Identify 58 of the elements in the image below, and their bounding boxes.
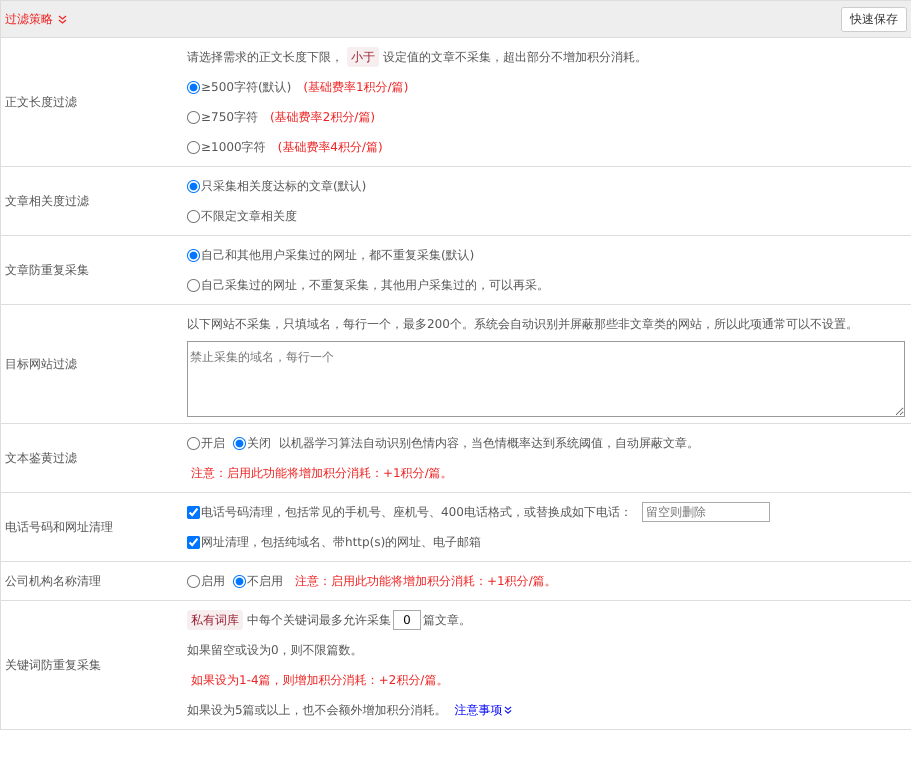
quick-save-button[interactable]: 快速保存 [841,6,907,32]
setting-label: 文章相关度过滤 [4,192,90,210]
warning-text: (基础费率4积分/篇) [278,139,383,156]
setting-label: 关键词防重复采集 [4,656,102,674]
setting-label: 正文长度过滤 [4,94,78,110]
domain-textarea[interactable]: 禁止采集的域名，每行一个 [187,341,905,417]
radio-button[interactable] [187,110,200,124]
radio-button[interactable] [233,574,246,588]
description-text: 以下网站不采集，只填域名，每行一个，最多200个。系统会自动识别并屏蔽那些非文章类的网站，所以此项通常可以不设置。 [187,316,858,333]
setting-label: 文章防重复采集 [4,262,90,278]
notes-link[interactable]: 注意事项 [454,697,503,723]
option-label[interactable]: 不限定文章相关度 [201,203,297,229]
radio-button[interactable] [233,436,246,450]
radio-button[interactable] [187,80,200,94]
setting-label: 文本鉴黄过滤 [4,450,78,466]
option-label[interactable]: ≥500字符(默认) [201,74,292,100]
description-text: 如果设为5篇或以上，也不会额外增加积分消耗。 [187,702,447,719]
description-text: 设定值的文章不采集，超出部分不增加积分消耗。 [383,49,647,66]
count-input-field[interactable]: 0 [393,610,421,630]
option-label[interactable]: 只采集相关度达标的文章(默认) [201,173,366,199]
radio-button[interactable] [187,278,200,292]
option-label[interactable]: 开启 [201,430,225,456]
option-label[interactable]: 网址清理，包括纯域名、带http(s)的网址、电子邮箱 [201,529,482,555]
warning-text: 注意：启用此功能将增加积分消耗：+1积分/篇。 [191,465,453,482]
option-label[interactable]: ≥1000字符 [201,134,266,160]
warning-text: 注意：启用此功能将增加积分消耗：+1积分/篇。 [295,573,557,590]
option-label[interactable]: 电话号码清理，包括常见的手机号、座机号、400电话格式，或替换成如下电话： [201,499,632,525]
warning-text: (基础费率2积分/篇) [270,109,376,126]
tag-label: 私有词库 [187,610,243,630]
radio-button[interactable] [187,180,200,192]
radio-button[interactable] [187,140,200,154]
description-text: 以机器学习算法自动识别色情内容，当色情概率达到系统阈值，自动屏蔽文章。 [279,435,699,452]
option-label[interactable]: 不启用 [247,568,283,594]
option-label[interactable]: 启用 [201,568,225,594]
setting-label: 电话号码和网址清理 [4,518,114,536]
checkbox[interactable] [187,536,200,548]
warning-text: 如果设为1-4篇，则增加积分消耗：+2积分/篇。 [191,672,448,689]
description-text: 篇文章。 [423,612,471,629]
option-label[interactable]: 自己和其他用户采集过的网址，都不重复采集(默认) [201,242,474,268]
description-text: 如果留空或设为0，则不限篇数。 [187,642,363,659]
chevron-down-icon[interactable] [58,14,67,24]
radio-button[interactable] [187,574,200,588]
section-title[interactable]: 过滤策略 [5,10,53,28]
checkbox[interactable] [187,506,200,518]
option-label[interactable]: ≥750字符 [201,104,258,130]
setting-label: 公司机构名称清理 [4,572,102,590]
warning-text: (基础费率1积分/篇) [303,79,408,96]
option-label[interactable]: 关闭 [247,430,271,456]
radio-button[interactable] [187,248,200,262]
phone-input-field[interactable]: 留空则删除 [642,502,770,522]
setting-label: 目标网站过滤 [4,356,78,372]
chevron-down-icon[interactable] [504,706,512,714]
radio-button[interactable] [187,210,200,222]
option-label[interactable]: 自己采集过的网址，不重复采集，其他用户采集过的，可以再采。 [201,272,549,298]
tag-label: 小于 [347,47,379,67]
description-text: 请选择需求的正文长度下限， [187,49,343,66]
description-text: 中每个关键词最多允许采集 [247,612,391,629]
radio-button[interactable] [187,436,200,450]
